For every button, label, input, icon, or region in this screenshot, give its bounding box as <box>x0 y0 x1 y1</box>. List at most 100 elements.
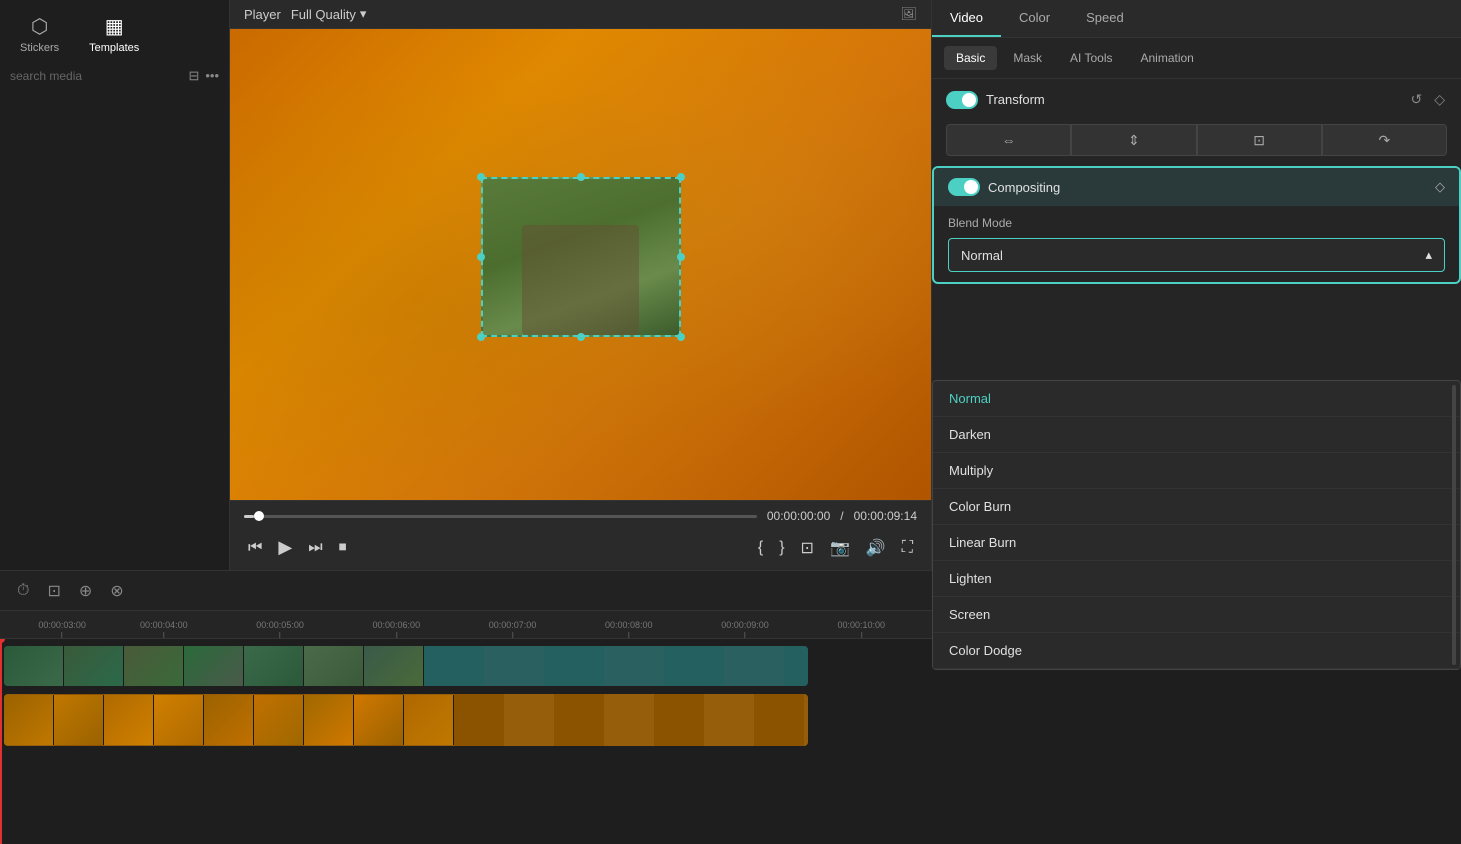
transform-rotate-button[interactable]: ↷ <box>1322 124 1447 156</box>
screenshot-button[interactable]: 📷 <box>826 534 854 562</box>
ruler-tick-4 <box>512 632 513 638</box>
player-toolbar-right: 🖼 <box>900 6 917 22</box>
handle-middle-right[interactable] <box>677 253 685 261</box>
stop-button[interactable]: ⏹ <box>335 535 351 561</box>
film-frame-3 <box>124 646 184 686</box>
filter-icon[interactable]: ⊟ <box>188 68 199 84</box>
sidebar-search-bar: search media ⊟ ••• <box>10 68 219 84</box>
film-frame-2 <box>64 646 124 686</box>
blend-option-color-burn[interactable]: Color Burn <box>933 489 1460 525</box>
ruler-mark-4: 00:00:07:00 <box>489 620 537 638</box>
handle-bottom-center[interactable] <box>577 333 585 341</box>
quality-label: Full Quality <box>291 7 356 22</box>
progress-fill <box>244 515 254 518</box>
compositing-keyframe-icon[interactable]: ◇ <box>1435 179 1445 195</box>
handle-top-left[interactable] <box>477 173 485 181</box>
transform-keyframe-button[interactable]: ◇ <box>1432 89 1447 110</box>
dropdown-scrollbar[interactable] <box>1452 385 1456 665</box>
sub-tab-animation[interactable]: Animation <box>1128 46 1205 70</box>
film-frame-1 <box>4 646 64 686</box>
film-frame-b2 <box>54 695 104 745</box>
timeline-fit-button[interactable]: ⊡ <box>42 578 65 604</box>
sidebar-content <box>0 92 229 570</box>
panel-tab-color[interactable]: Color <box>1001 0 1068 37</box>
control-buttons: ⏮ ▶ ⏭ ⏹ { } ⊡ 📷 🔊 ⛶ <box>230 527 931 570</box>
handle-bottom-right[interactable] <box>677 333 685 341</box>
transform-crop-button[interactable]: ⊡ <box>1197 124 1322 156</box>
player-area: Player Full Quality ▾ 🖼 <box>230 0 931 570</box>
handle-top-center[interactable] <box>577 173 585 181</box>
handle-bottom-left[interactable] <box>477 333 485 341</box>
sidebar-tab-templates[interactable]: ▦ Templates <box>79 8 149 60</box>
blend-option-lighten[interactable]: Lighten <box>933 561 1460 597</box>
sidebar-tab-stickers[interactable]: ⬡ Stickers <box>10 8 69 60</box>
step-back-button[interactable]: ⏮ <box>244 535 266 561</box>
quality-dropdown[interactable]: Full Quality ▾ <box>291 6 367 22</box>
blend-dropdown-chevron: ▴ <box>1425 247 1432 263</box>
more-options-icon[interactable]: ••• <box>205 68 219 84</box>
transform-section-header: Transform ↺ ◇ <box>932 79 1461 120</box>
blend-mode-dropdown[interactable]: Normal ▴ <box>948 238 1445 272</box>
fullscreen-button[interactable]: ⛶ <box>898 534 917 562</box>
film-frame-6 <box>304 646 364 686</box>
volume-button[interactable]: 🔊 <box>862 534 890 562</box>
ruler-label-4: 00:00:07:00 <box>489 620 537 630</box>
track-content-2 <box>0 693 1461 747</box>
panel-tab-speed[interactable]: Speed <box>1068 0 1142 37</box>
progress-bar[interactable] <box>244 515 757 518</box>
blend-option-linear-burn[interactable]: Linear Burn <box>933 525 1460 561</box>
film-frame-b1 <box>4 695 54 745</box>
handle-middle-left[interactable] <box>477 253 485 261</box>
timeline-snap-button[interactable]: ⊕ <box>74 578 97 604</box>
ruler-tick-2 <box>280 632 281 638</box>
stickers-icon: ⬡ <box>31 14 48 39</box>
blend-option-multiply[interactable]: Multiply <box>933 453 1460 489</box>
sub-tab-mask[interactable]: Mask <box>1001 46 1054 70</box>
inset-video-content <box>481 177 681 337</box>
bracket-left-button[interactable]: { <box>754 534 767 562</box>
blend-mode-dropdown-list: Normal Darken Multiply Color Burn Linear… <box>932 380 1461 670</box>
film-frame-b9 <box>404 695 454 745</box>
transform-reset-button[interactable]: ↺ <box>1408 89 1424 110</box>
film-frame-7 <box>364 646 424 686</box>
handle-top-right[interactable] <box>677 173 685 181</box>
progress-thumb[interactable] <box>254 511 264 521</box>
templates-icon: ▦ <box>105 14 124 39</box>
track-bottom[interactable] <box>4 694 808 746</box>
ruler-mark-2: 00:00:05:00 <box>256 620 304 638</box>
current-time: 00:00:00:00 <box>767 509 830 523</box>
transform-flip-v-button[interactable]: ⇕ <box>1071 124 1196 156</box>
sub-tab-basic[interactable]: Basic <box>944 46 997 70</box>
sidebar-tabs: ⬡ Stickers ▦ Templates <box>0 0 229 60</box>
transform-toggle[interactable] <box>946 91 978 109</box>
bracket-right-button[interactable]: } <box>775 534 788 562</box>
blend-option-normal[interactable]: Normal <box>933 381 1460 417</box>
blend-option-color-dodge[interactable]: Color Dodge <box>933 633 1460 669</box>
transform-flip-h-button[interactable]: ⇔ <box>946 124 1071 156</box>
play-button[interactable]: ▶ <box>274 533 296 562</box>
sub-tab-ai-tools[interactable]: AI Tools <box>1058 46 1124 70</box>
filmstrip-top <box>4 646 808 686</box>
film-frame-4 <box>184 646 244 686</box>
ruler-label-1: 00:00:04:00 <box>140 620 188 630</box>
ruler-label-2: 00:00:05:00 <box>256 620 304 630</box>
ruler-tick-1 <box>163 632 164 638</box>
stickers-label: Stickers <box>20 42 59 54</box>
film-frame-b8 <box>354 695 404 745</box>
panel-tab-video[interactable]: Video <box>932 0 1001 37</box>
timeline-clock-button[interactable]: ⏱ <box>12 579 34 603</box>
timeline-ripple-button[interactable]: ⊗ <box>105 578 128 604</box>
compositing-toggle[interactable] <box>948 178 980 196</box>
progress-bar-area: 00:00:00:00 / 00:00:09:14 <box>230 501 931 527</box>
blend-option-screen[interactable]: Screen <box>933 597 1460 633</box>
blend-option-darken[interactable]: Darken <box>933 417 1460 453</box>
inset-video-element[interactable] <box>481 177 681 337</box>
film-frame-b6 <box>254 695 304 745</box>
aspect-ratio-button[interactable]: ⊡ <box>797 534 818 562</box>
track-top[interactable] <box>4 646 808 686</box>
video-background <box>230 29 931 500</box>
ruler-mark-7: 00:00:10:00 <box>837 620 885 638</box>
step-forward-button[interactable]: ⏭ <box>304 535 326 561</box>
ruler-mark-0: 00:00:03:00 <box>38 620 86 638</box>
filmstrip-bottom <box>4 694 808 746</box>
